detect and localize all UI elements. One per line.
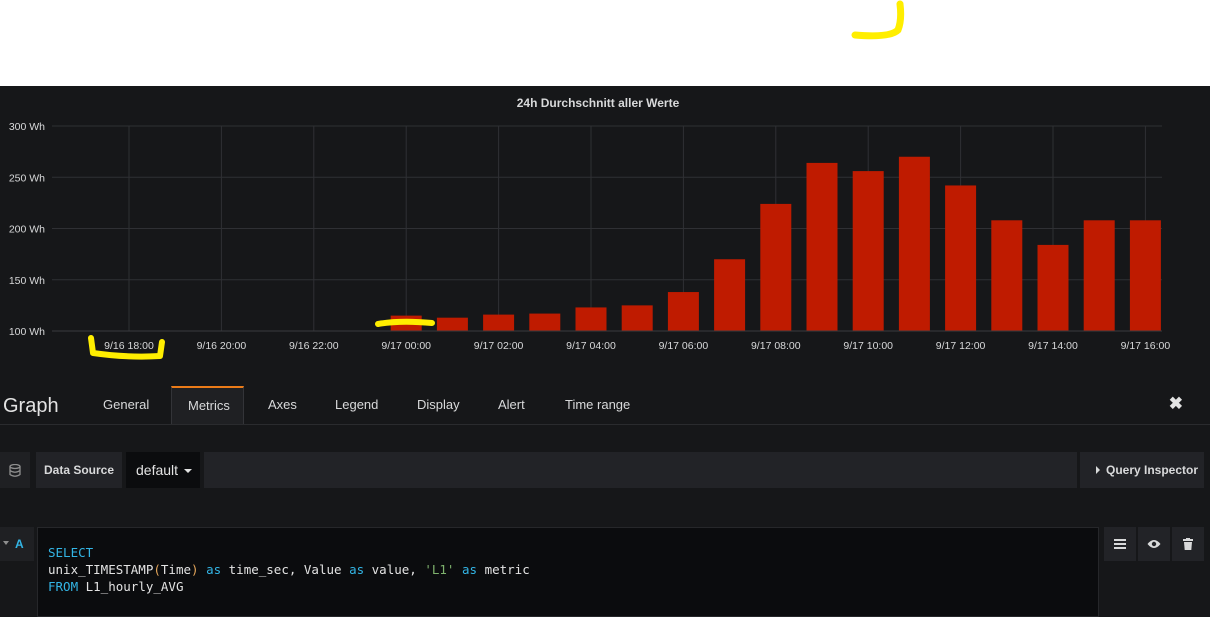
query-row: A SELECT unix_TIMESTAMP(Time) as time_se… (0, 527, 1210, 617)
tab-general[interactable]: General (87, 386, 165, 424)
bar (483, 314, 515, 331)
annotation-mark-top (851, 0, 905, 40)
bar (898, 156, 930, 331)
bar (714, 259, 746, 331)
x-tick-label: 9/17 00:00 (381, 340, 431, 352)
annotation-mark-line (375, 318, 435, 327)
tab-metrics[interactable]: Metrics (171, 386, 244, 424)
bar (945, 185, 977, 331)
code-line-1: SELECT (48, 545, 94, 560)
x-tick-label: 9/16 20:00 (197, 340, 247, 352)
toggle-visibility-button[interactable] (1138, 527, 1170, 561)
panel-editor-tabs: Graph General Metrics Axes Legend Displa… (0, 386, 1210, 425)
y-tick-label: 300 Wh (9, 121, 45, 133)
collapse-icon[interactable] (3, 541, 9, 545)
trash-icon (1183, 538, 1193, 550)
bar (760, 203, 792, 331)
bar (436, 317, 468, 331)
y-tick-label: 100 Wh (9, 326, 45, 338)
code-line-2: unix_TIMESTAMP(Time) as time_sec, Value … (48, 562, 530, 577)
query-ref-letter: A (15, 537, 24, 551)
top-white-area (0, 0, 1210, 86)
query-inspector-button[interactable]: Query Inspector (1080, 452, 1204, 488)
bar (621, 305, 653, 331)
x-tick-label: 9/17 06:00 (659, 340, 709, 352)
x-tick-label: 9/16 22:00 (289, 340, 339, 352)
graph-panel: 100 Wh 150 Wh 200 Wh 250 Wh 300 Wh 9/16 18:00… (0, 86, 1210, 386)
query-code[interactable]: SELECT unix_TIMESTAMP(Time) as time_sec,… (48, 544, 530, 595)
tab-display[interactable]: Display (401, 386, 476, 424)
bar (806, 162, 838, 331)
code-line-3: FROM L1_hourly_AVG (48, 579, 184, 594)
y-tick-label: 150 Wh (9, 275, 45, 287)
x-tick-label: 9/17 02:00 (474, 340, 524, 352)
bar (852, 171, 884, 331)
bar (1083, 220, 1115, 331)
hamburger-icon (1114, 539, 1126, 549)
query-header[interactable]: A (0, 527, 34, 561)
chart-title: 24h Durchschnitt aller Werte (516, 96, 680, 110)
tab-time-range[interactable]: Time range (549, 386, 646, 424)
bar (1129, 220, 1161, 331)
bar (529, 313, 561, 331)
panel-type-title: Graph (3, 395, 59, 417)
datasource-value: default (136, 462, 179, 478)
tab-alert[interactable]: Alert (482, 386, 541, 424)
x-tick-label: 9/16 18:00 (104, 340, 154, 352)
bar-chart: 100 Wh 150 Wh 200 Wh 250 Wh 300 Wh 9/16 18:00… (9, 121, 1171, 360)
datasource-label: Data Source (36, 452, 122, 488)
query-editor[interactable]: SELECT unix_TIMESTAMP(Time) as time_sec,… (37, 527, 1099, 617)
bar (1037, 244, 1069, 331)
bar (991, 220, 1023, 331)
caret-right-icon (1096, 466, 1100, 474)
x-tick-label: 9/17 08:00 (751, 340, 801, 352)
eye-icon (1147, 540, 1161, 548)
close-icon[interactable]: ✖ (1169, 394, 1183, 414)
delete-query-button[interactable] (1172, 527, 1204, 561)
caret-down-icon (184, 469, 192, 473)
x-tick-label: 9/17 10:00 (843, 340, 893, 352)
x-tick-label: 9/17 04:00 (566, 340, 616, 352)
y-tick-label: 200 Wh (9, 224, 45, 236)
x-tick-label: 9/17 12:00 (936, 340, 986, 352)
query-inspector-label: Query Inspector (1106, 463, 1199, 477)
bar (667, 292, 699, 331)
y-tick-label: 250 Wh (9, 172, 45, 184)
x-tick-label: 9/17 14:00 (1028, 340, 1078, 352)
bar (575, 307, 607, 331)
datasource-select[interactable]: default (126, 452, 200, 488)
datasource-spacer (204, 452, 1077, 488)
tab-axes[interactable]: Axes (252, 386, 313, 424)
database-icon (0, 452, 30, 488)
tab-legend[interactable]: Legend (319, 386, 394, 424)
datasource-row: Data Source default Query Inspector (0, 452, 1210, 488)
menu-button[interactable] (1104, 527, 1136, 561)
x-tick-label: 9/17 16:00 (1121, 340, 1171, 352)
